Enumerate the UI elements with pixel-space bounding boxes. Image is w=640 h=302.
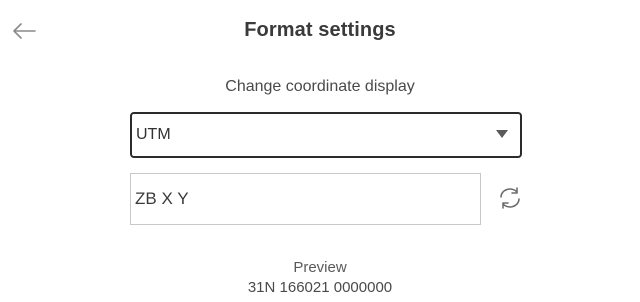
preview-value: 31N 166021 0000000 xyxy=(247,279,393,296)
coordinate-format-select[interactable]: UTM xyxy=(130,112,522,158)
section-heading: Change coordinate display xyxy=(225,78,415,95)
reset-format-button[interactable] xyxy=(494,186,526,214)
format-settings-page: Format settings Change coordinate displa… xyxy=(0,0,640,302)
format-pattern-input[interactable]: ZB X Y xyxy=(130,173,481,225)
selected-format-value: UTM xyxy=(136,126,171,143)
preview-label: Preview xyxy=(293,259,347,276)
refresh-icon xyxy=(497,186,523,215)
header: Format settings xyxy=(0,0,640,62)
page-title: Format settings xyxy=(244,19,396,41)
chevron-down-icon xyxy=(496,130,508,138)
